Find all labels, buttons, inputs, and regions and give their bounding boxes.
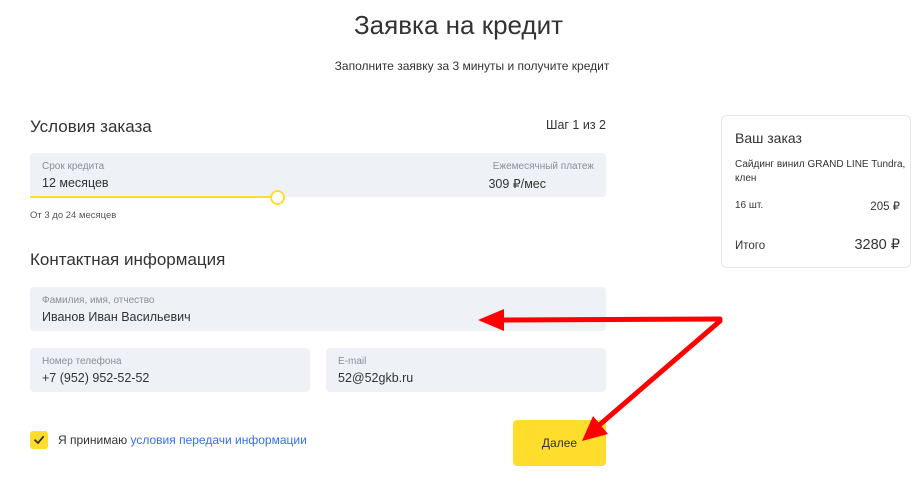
annotation-arrowhead-left [478,309,504,331]
annotation-arrow-to-name-field [494,316,723,323]
annotation-arrows [478,309,723,441]
annotation-arrow-to-next-button [594,318,723,430]
